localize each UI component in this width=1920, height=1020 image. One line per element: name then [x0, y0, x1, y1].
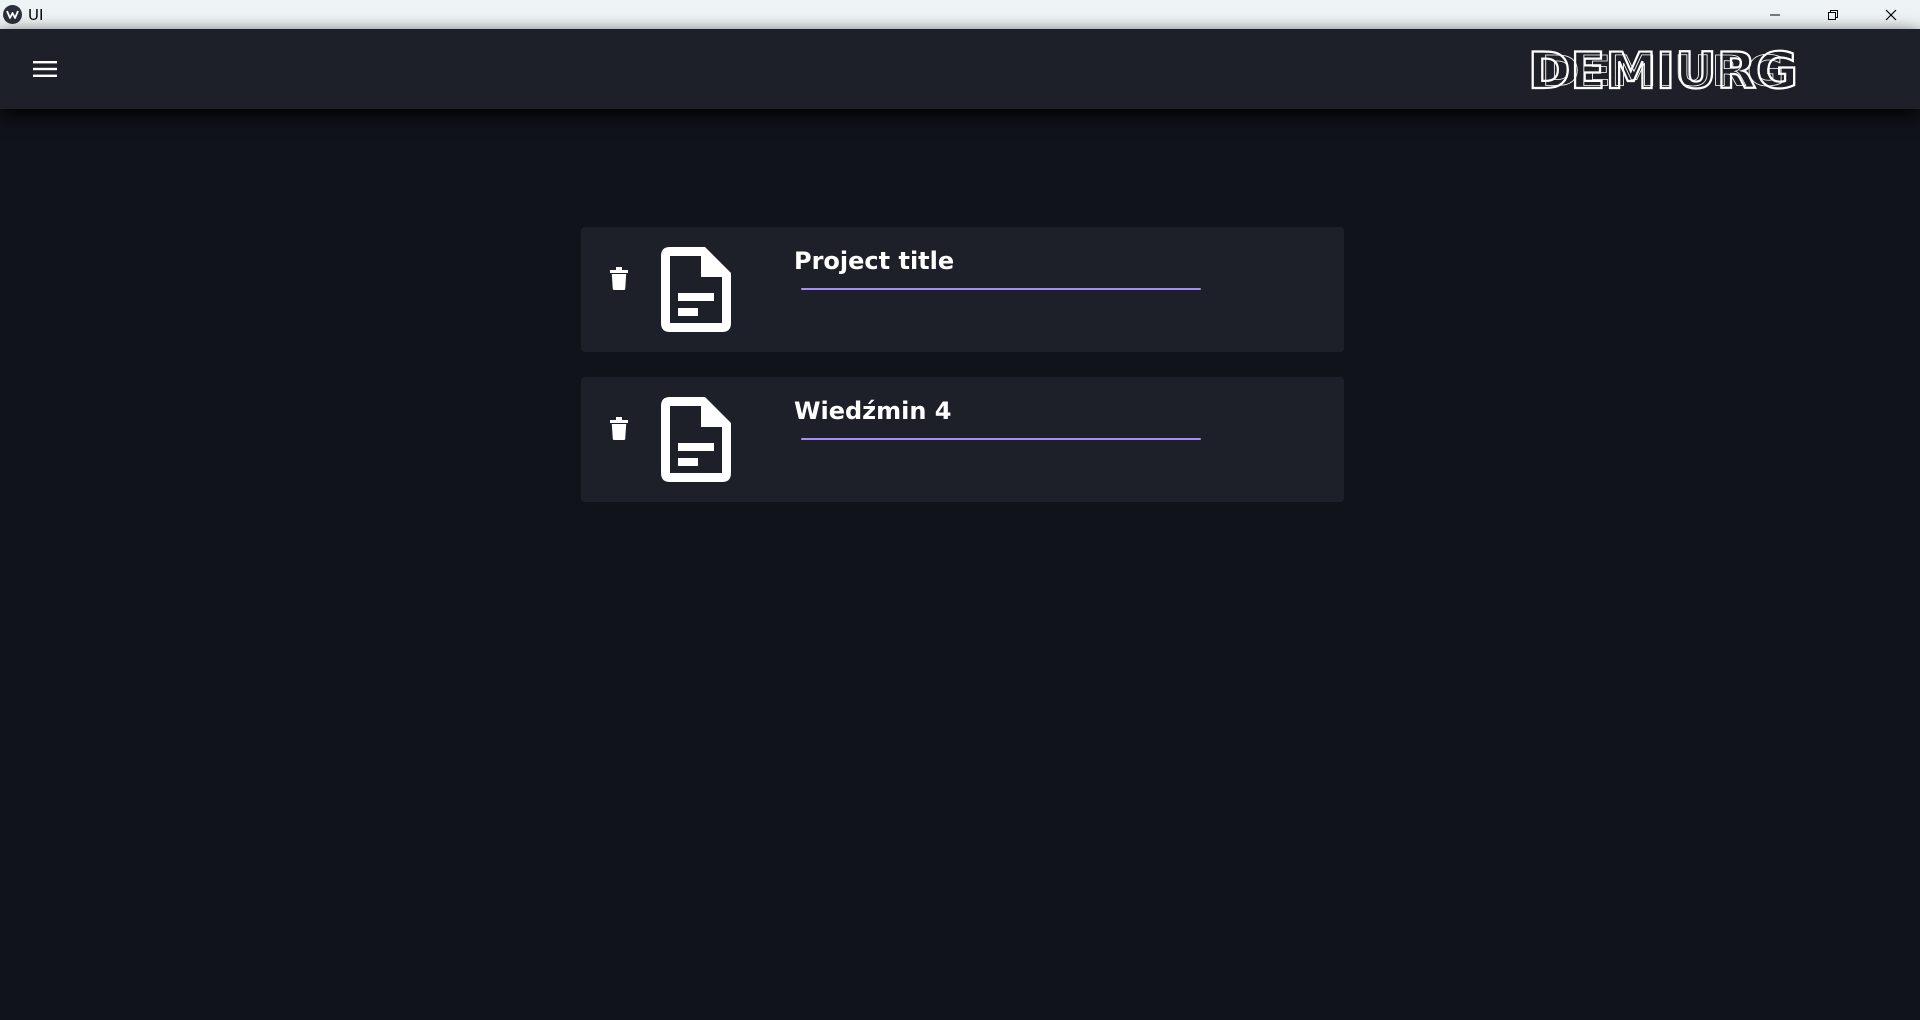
app-icon [3, 5, 22, 24]
app-header: DEMIURG DEMIURG [0, 29, 1920, 109]
project-title: Wiedźmin 4 [794, 397, 952, 425]
window-controls [1746, 0, 1920, 29]
title-underline [801, 438, 1201, 440]
document-icon [661, 247, 731, 332]
close-button[interactable] [1862, 0, 1920, 29]
delete-project-button[interactable] [606, 263, 632, 293]
logo-text-inner: DEMIURG [1542, 48, 1785, 94]
restore-icon [1828, 9, 1838, 20]
window-title: UI [28, 5, 44, 24]
minimize-button[interactable] [1746, 0, 1804, 29]
project-title-field[interactable]: Wiedźmin 4 [794, 391, 1204, 441]
trash-icon [610, 416, 628, 440]
project-card[interactable]: Wiedźmin 4 [581, 377, 1344, 502]
project-list: Project title Wiedźmin 4 [0, 109, 1920, 1020]
project-title: Project title [794, 247, 955, 275]
close-icon [1885, 9, 1897, 20]
title-underline [801, 288, 1201, 290]
trash-icon [610, 266, 628, 290]
demiurg-logo: DEMIURG DEMIURG [1527, 44, 1799, 94]
project-card[interactable]: Project title [581, 227, 1344, 352]
menu-button[interactable] [28, 54, 62, 84]
document-icon [661, 397, 731, 482]
delete-project-button[interactable] [606, 413, 632, 443]
project-title-field[interactable]: Project title [794, 241, 1204, 291]
window-titlebar: UI [0, 0, 1920, 29]
hamburger-menu-icon [33, 61, 57, 77]
minimize-icon [1770, 14, 1780, 15]
restore-button[interactable] [1804, 0, 1862, 29]
